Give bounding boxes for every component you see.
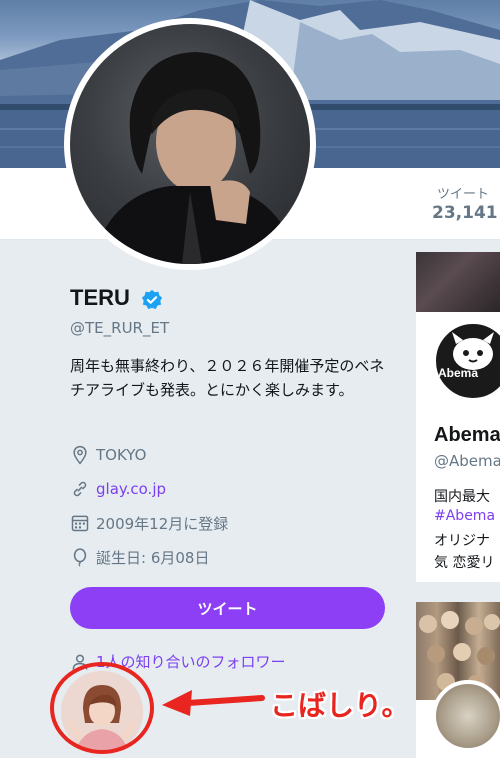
- tweets-stat-label[interactable]: ツイート: [437, 183, 489, 202]
- joined-text: 2009年12月に登録: [96, 514, 229, 533]
- suggested-account-card-2[interactable]: [416, 602, 500, 758]
- verified-icon: [141, 289, 163, 310]
- link-icon: [73, 481, 87, 497]
- suggested-bio-hashtag[interactable]: #Abema: [434, 508, 495, 524]
- birthday-text: 誕生日: 6月08日: [96, 548, 210, 567]
- highlight-circle: [50, 662, 154, 754]
- tweet-button[interactable]: ツイート: [70, 587, 385, 629]
- suggested-handle: @Abema: [434, 452, 500, 470]
- suggested-bio-line-4: 気 恋愛リ: [434, 555, 495, 571]
- suggested-bio-line-3: オリジナ: [434, 533, 490, 549]
- profile-handle: @TE_RUR_ET: [70, 319, 170, 337]
- profile-name: TERU: [70, 285, 130, 310]
- suggested-avatar[interactable]: [432, 320, 500, 402]
- suggested-avatar-label: Abema: [438, 366, 479, 380]
- suggested-bio-line-1: 国内最大: [434, 489, 490, 505]
- annotation-arrow: [162, 690, 265, 716]
- birthday-row: 誕生日: 6月08日: [70, 546, 209, 568]
- suggested-name[interactable]: Abema: [434, 424, 500, 447]
- website-row[interactable]: glay.co.jp: [70, 478, 166, 500]
- abema-logo-icon: [452, 332, 494, 370]
- website-link[interactable]: glay.co.jp: [96, 480, 166, 498]
- location-row: TOKYO: [70, 444, 146, 466]
- annotation-text: こばしり。: [270, 689, 410, 722]
- location-text: TOKYO: [96, 446, 147, 464]
- avatar-photo: [90, 52, 298, 264]
- suggested-card-banner: [416, 252, 500, 312]
- calendar-icon: [71, 515, 89, 532]
- tweets-stat-count[interactable]: 23,141: [432, 203, 498, 223]
- joined-row: 2009年12月に登録: [70, 512, 228, 534]
- profile-avatar[interactable]: [64, 18, 316, 270]
- suggested-avatar-2[interactable]: [432, 680, 500, 752]
- balloon-icon: [73, 548, 87, 567]
- profile-bio: 周年も無事終わり、２０２６年開催予定のベネチアライブも発表。とにかく楽しみます。: [70, 357, 385, 399]
- location-icon: [73, 445, 87, 465]
